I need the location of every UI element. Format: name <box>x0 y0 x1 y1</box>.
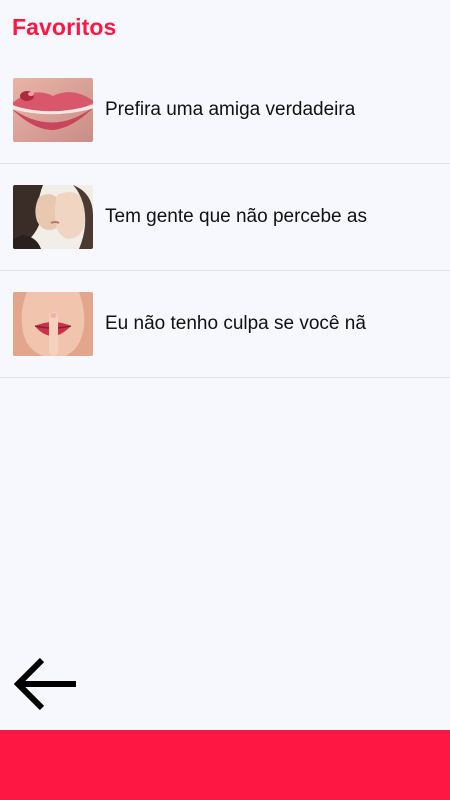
favorites-list: Prefira uma amiga verdadeira Tem gente q… <box>0 57 450 378</box>
couple-kiss-image <box>13 185 93 249</box>
list-item[interactable]: Prefira uma amiga verdadeira <box>0 57 450 164</box>
list-item[interactable]: Tem gente que não percebe as <box>0 164 450 271</box>
silence-finger-image <box>13 292 93 356</box>
lips-image <box>13 78 93 142</box>
favorite-title: Eu não tenho culpa se você nã <box>105 313 366 334</box>
favorite-title: Prefira uma amiga verdadeira <box>105 99 356 120</box>
back-button[interactable] <box>14 654 78 714</box>
favorite-title: Tem gente que não percebe as <box>105 206 367 227</box>
arrow-left-icon <box>14 657 76 711</box>
bottom-bar <box>0 730 450 800</box>
page-title: Favoritos <box>12 14 117 40</box>
list-item[interactable]: Eu não tenho culpa se você nã <box>0 271 450 378</box>
